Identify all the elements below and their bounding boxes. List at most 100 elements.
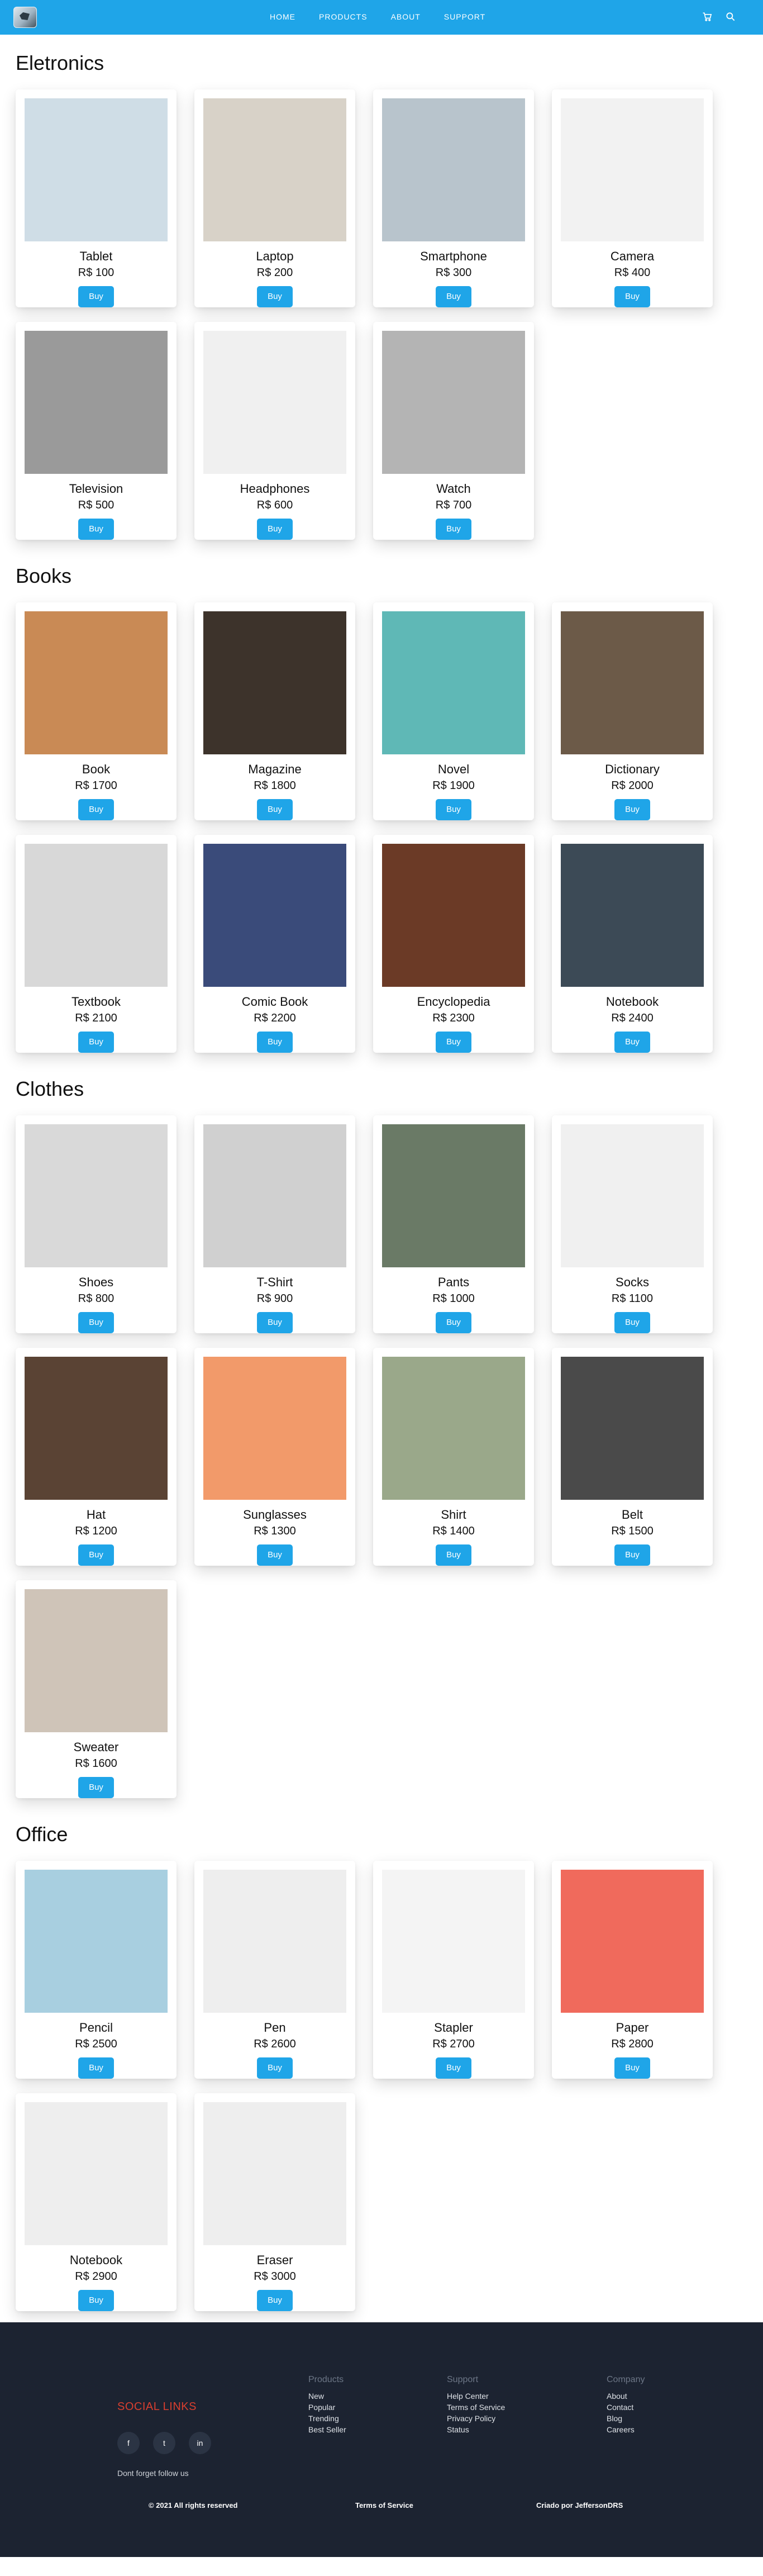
- buy-button[interactable]: Buy: [614, 1312, 650, 1333]
- product-image[interactable]: [203, 1357, 346, 1500]
- logo[interactable]: [13, 7, 37, 28]
- buy-button[interactable]: Buy: [436, 519, 471, 540]
- footer-link[interactable]: Best Seller: [308, 2424, 346, 2435]
- product-image[interactable]: [203, 611, 346, 754]
- linkedin-icon[interactable]: in: [189, 2432, 211, 2454]
- buy-button[interactable]: Buy: [257, 286, 293, 307]
- footer-link[interactable]: Privacy Policy: [447, 2413, 505, 2424]
- buy-button[interactable]: Buy: [257, 2057, 293, 2079]
- product-image[interactable]: [25, 1124, 168, 1267]
- product-name: Headphones: [240, 482, 310, 496]
- product-image[interactable]: [203, 1124, 346, 1267]
- product-image[interactable]: [382, 1870, 525, 2013]
- product-image[interactable]: [382, 331, 525, 474]
- product-image[interactable]: [561, 1357, 704, 1500]
- product-card: Novel R$ 1900 Buy: [373, 602, 534, 820]
- buy-button[interactable]: Buy: [257, 799, 293, 820]
- buy-button[interactable]: Buy: [78, 2290, 114, 2311]
- product-name: Sunglasses: [243, 1508, 307, 1522]
- footer-link[interactable]: New: [308, 2390, 346, 2402]
- product-image[interactable]: [382, 1124, 525, 1267]
- buy-button[interactable]: Buy: [257, 1312, 293, 1333]
- buy-button[interactable]: Buy: [78, 1777, 114, 1798]
- footer-link[interactable]: Status: [447, 2424, 505, 2435]
- facebook-icon[interactable]: f: [117, 2432, 140, 2454]
- product-card: Belt R$ 1500 Buy: [552, 1348, 713, 1566]
- footer-link[interactable]: Popular: [308, 2402, 346, 2413]
- product-image[interactable]: [382, 611, 525, 754]
- product-card: Pen R$ 2600 Buy: [194, 1861, 355, 2079]
- product-image[interactable]: [25, 331, 168, 474]
- nav-link-products[interactable]: PRODUCTS: [319, 12, 368, 21]
- nav-link-about[interactable]: ABOUT: [391, 12, 421, 21]
- buy-button[interactable]: Buy: [614, 1032, 650, 1053]
- product-price: R$ 2500: [75, 2038, 117, 2050]
- footer-link[interactable]: Contact: [607, 2402, 645, 2413]
- product-image[interactable]: [25, 98, 168, 241]
- buy-button[interactable]: Buy: [78, 1032, 114, 1053]
- buy-button[interactable]: Buy: [78, 519, 114, 540]
- product-price: R$ 1500: [611, 1525, 654, 1537]
- product-image[interactable]: [203, 1870, 346, 2013]
- product-image[interactable]: [203, 844, 346, 987]
- buy-button[interactable]: Buy: [436, 286, 471, 307]
- product-image[interactable]: [203, 331, 346, 474]
- buy-button[interactable]: Buy: [78, 799, 114, 820]
- buy-button[interactable]: Buy: [614, 799, 650, 820]
- product-card: Encyclopedia R$ 2300 Buy: [373, 835, 534, 1053]
- search-icon[interactable]: [725, 11, 736, 22]
- buy-button[interactable]: Buy: [614, 286, 650, 307]
- footer-link[interactable]: Blog: [607, 2413, 645, 2424]
- product-image[interactable]: [25, 1357, 168, 1500]
- buy-button[interactable]: Buy: [436, 1544, 471, 1566]
- footer-link[interactable]: Trending: [308, 2413, 346, 2424]
- footer-link[interactable]: About: [607, 2390, 645, 2402]
- product-name: Pants: [437, 1275, 470, 1289]
- product-image[interactable]: [561, 844, 704, 987]
- buy-button[interactable]: Buy: [257, 1032, 293, 1053]
- cart-icon[interactable]: [702, 11, 713, 22]
- product-image[interactable]: [382, 844, 525, 987]
- product-image[interactable]: [25, 2102, 168, 2245]
- product-image[interactable]: [382, 98, 525, 241]
- product-image[interactable]: [203, 2102, 346, 2245]
- product-name: Shirt: [441, 1508, 466, 1522]
- product-card: Comic Book R$ 2200 Buy: [194, 835, 355, 1053]
- buy-button[interactable]: Buy: [436, 1312, 471, 1333]
- buy-button[interactable]: Buy: [257, 2290, 293, 2311]
- product-image[interactable]: [561, 98, 704, 241]
- buy-button[interactable]: Buy: [436, 2057, 471, 2079]
- buy-button[interactable]: Buy: [257, 1544, 293, 1566]
- buy-button[interactable]: Buy: [436, 1032, 471, 1053]
- product-image[interactable]: [561, 1124, 704, 1267]
- product-card: Book R$ 1700 Buy: [16, 602, 177, 820]
- footer-link[interactable]: Terms of Service: [447, 2402, 505, 2413]
- product-image[interactable]: [25, 611, 168, 754]
- product-image[interactable]: [25, 1589, 168, 1732]
- product-image[interactable]: [382, 1357, 525, 1500]
- terms-link[interactable]: Terms of Service: [355, 2501, 413, 2510]
- buy-button[interactable]: Buy: [257, 519, 293, 540]
- footer-column-title: Support: [447, 2375, 479, 2384]
- buy-button[interactable]: Buy: [78, 2057, 114, 2079]
- footer-link[interactable]: Help Center: [447, 2390, 505, 2402]
- product-card: Hat R$ 1200 Buy: [16, 1348, 177, 1566]
- product-image[interactable]: [203, 98, 346, 241]
- buy-button[interactable]: Buy: [614, 1544, 650, 1566]
- nav-link-home[interactable]: HOME: [270, 12, 295, 21]
- product-image[interactable]: [25, 844, 168, 987]
- product-image[interactable]: [561, 611, 704, 754]
- product-price: R$ 800: [78, 1292, 115, 1305]
- nav-link-support[interactable]: SUPPORT: [444, 12, 485, 21]
- product-image[interactable]: [25, 1870, 168, 2013]
- footer-link[interactable]: Careers: [607, 2424, 645, 2435]
- product-card: Pencil R$ 2500 Buy: [16, 1861, 177, 2079]
- buy-button[interactable]: Buy: [78, 286, 114, 307]
- buy-button[interactable]: Buy: [436, 799, 471, 820]
- buy-button[interactable]: Buy: [78, 1544, 114, 1566]
- product-grid: Pencil R$ 2500 Buy Pen R$ 2600 Buy Stapler R$ 2…: [16, 1861, 763, 2311]
- twitter-icon[interactable]: t: [153, 2432, 175, 2454]
- buy-button[interactable]: Buy: [614, 2057, 650, 2079]
- buy-button[interactable]: Buy: [78, 1312, 114, 1333]
- product-image[interactable]: [561, 1870, 704, 2013]
